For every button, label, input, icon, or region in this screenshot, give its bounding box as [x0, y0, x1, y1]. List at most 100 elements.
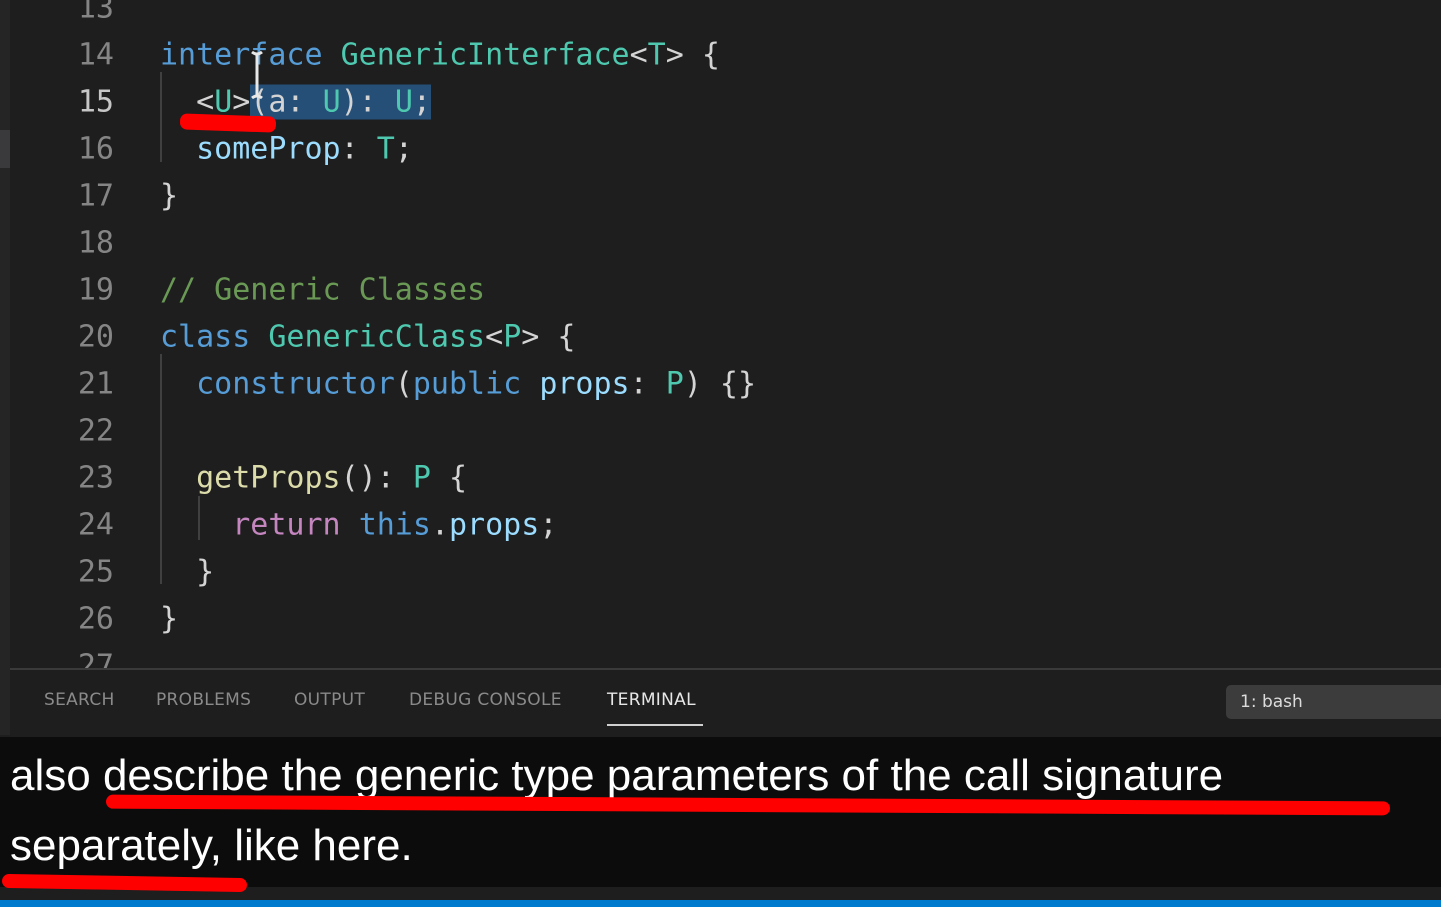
tab-search[interactable]: SEARCH [44, 690, 115, 710]
line-number: 15 [77, 84, 114, 119]
tab-debug-console[interactable]: DEBUG CONSOLE [409, 690, 562, 710]
code-token: someProp [196, 131, 341, 166]
code-line[interactable]: 14 interface GenericInterface<T> { [10, 31, 1441, 78]
code-token: GenericClass [268, 319, 486, 354]
code-token: ( [394, 366, 413, 401]
code-token: return [232, 507, 341, 542]
code-token: class [160, 319, 251, 354]
code-token: constructor [196, 366, 395, 401]
code-line[interactable]: 26} [10, 595, 1441, 642]
code-token: { [430, 460, 468, 495]
line-number: 16 [77, 131, 114, 166]
code-token: < [485, 319, 504, 354]
selected-token: U [322, 84, 341, 119]
code-text: constructor(public props: P) {} [160, 366, 756, 401]
tab-output[interactable]: OUTPUT [294, 690, 365, 710]
code-token: > { [665, 37, 720, 72]
caption-line-1: also describe the generic type parameter… [10, 751, 1224, 800]
code-text: class GenericClass<P> { [160, 319, 575, 354]
code-line[interactable]: 22 [10, 407, 1441, 454]
code-line[interactable]: 17} [10, 172, 1441, 219]
code-token: : [629, 366, 666, 401]
code-line[interactable]: 24 return this.props; [10, 501, 1441, 548]
code-line[interactable]: 20 class GenericClass<P> { [10, 313, 1441, 360]
code-line[interactable]: 21 constructor(public props: P) {} [10, 360, 1441, 407]
line-number: 19 [77, 272, 114, 307]
annotation-underline-generic [179, 113, 277, 133]
code-token: P [412, 460, 431, 495]
code-line[interactable]: 16 someProp: T; [10, 125, 1441, 172]
video-caption: also describe the generic type parameter… [0, 737, 1441, 893]
activity-strip [0, 0, 10, 735]
code-token: ; [394, 131, 413, 166]
code-token: . [430, 507, 449, 542]
code-token: > [232, 84, 251, 119]
status-bar [0, 900, 1441, 907]
line-number: 22 [77, 413, 114, 448]
code-token: T [376, 131, 395, 166]
indent-guide [160, 354, 162, 584]
active-tab-indicator [607, 724, 703, 726]
line-number: 13 [77, 0, 114, 25]
activity-indicator [0, 130, 10, 168]
code-token: ) {} [683, 366, 757, 401]
line-number: 18 [77, 225, 114, 260]
code-line[interactable]: 23 getProps(): P { [10, 454, 1441, 501]
selected-token: ; [412, 84, 431, 119]
code-line[interactable]: 27 [10, 642, 1441, 668]
code-token: P [503, 319, 522, 354]
terminal-select[interactable]: 1: bash [1226, 685, 1441, 719]
code-token: (): [340, 460, 413, 495]
selected-token: U [394, 84, 413, 119]
line-number: 17 [77, 178, 114, 213]
code-token: getProps [196, 460, 341, 495]
code-token: // Generic Classes [160, 272, 486, 307]
code-line[interactable]: 25 } [10, 548, 1441, 595]
code-line[interactable]: 19 // Generic Classes [10, 266, 1441, 313]
line-number: 14 [77, 37, 114, 72]
text-cursor-icon [251, 50, 263, 100]
code-token: props [539, 366, 630, 401]
code-text: interface GenericInterface<T> { [160, 37, 720, 72]
code-editor[interactable]: 13 14 interface GenericInterface<T> {15 <U… [10, 0, 1441, 668]
code-token: } [160, 554, 215, 589]
line-number: 25 [77, 554, 114, 589]
selected-token: ): [340, 84, 395, 119]
code-line[interactable]: 13 [10, 0, 1441, 31]
tab-terminal[interactable]: TERMINAL [607, 690, 696, 710]
line-number: 27 [77, 648, 114, 668]
code-text: } [160, 601, 178, 636]
line-number: 23 [77, 460, 114, 495]
code-token: ; [539, 507, 558, 542]
code-token: props [449, 507, 540, 542]
code-token: > { [521, 319, 576, 354]
line-number: 21 [77, 366, 114, 401]
code-text: } [160, 554, 214, 589]
code-token: public [412, 366, 522, 401]
code-token: this [358, 507, 431, 542]
code-text: return this.props; [160, 507, 557, 542]
code-line[interactable]: 18 [10, 219, 1441, 266]
code-token: } [160, 178, 179, 213]
caption-line-2: separately, like here. [10, 821, 413, 870]
indent-guide [198, 496, 200, 540]
code-text: // Generic Classes [160, 272, 485, 307]
line-number: 24 [77, 507, 114, 542]
code-token: < [629, 37, 648, 72]
code-text: getProps(): P { [160, 460, 467, 495]
code-token: : [340, 131, 377, 166]
line-number: 26 [77, 601, 114, 636]
code-text: someProp: T; [160, 131, 413, 166]
code-token: interface [160, 37, 323, 72]
line-number: 20 [77, 319, 114, 354]
code-token: } [160, 601, 179, 636]
tab-problems[interactable]: PROBLEMS [156, 690, 251, 710]
code-token: GenericInterface [340, 37, 630, 72]
